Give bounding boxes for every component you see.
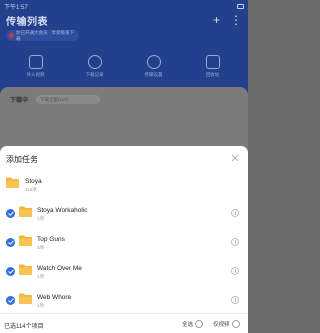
list-item[interactable]: Top Guns 3项	[0, 228, 248, 257]
history-icon	[87, 55, 102, 69]
select-all-radio[interactable]	[195, 320, 204, 328]
folder-icon	[6, 177, 19, 188]
vip-icon	[9, 33, 14, 38]
trash-icon	[205, 55, 220, 69]
download-tabs: 下载中 下载全部(115)	[0, 87, 248, 112]
quick-action-label: 导入视频	[26, 72, 45, 77]
check-icon	[7, 240, 14, 245]
info-icon[interactable]	[231, 296, 239, 304]
file-name: Top Guns	[37, 236, 65, 243]
battery-icon	[237, 3, 244, 9]
folder-icon	[19, 235, 32, 246]
more-icon[interactable]: ⋮	[230, 13, 242, 27]
close-icon[interactable]	[229, 152, 241, 164]
file-name: Stoya Workaholic	[37, 207, 88, 214]
import-icon	[28, 55, 43, 69]
checkbox-checked[interactable]	[6, 296, 15, 305]
list-item[interactable]: Watch Over Me 1项	[0, 257, 248, 286]
selected-count: 已选114个项目	[4, 324, 44, 330]
info-icon[interactable]	[231, 209, 239, 217]
select-all-label: 全选	[182, 322, 194, 328]
check-icon	[7, 211, 14, 216]
tab-downloading[interactable]: 下载中	[10, 95, 28, 104]
quick-action-history[interactable]: 下载记录	[73, 55, 117, 78]
status-time: 下午1:57	[4, 4, 28, 11]
file-name: Web Whore	[37, 294, 72, 301]
sheet-footer: 已选114个项目 全选 仅视频	[0, 313, 248, 333]
settings-icon	[146, 55, 161, 69]
folder-icon	[19, 264, 32, 275]
quick-action-settings[interactable]: 传输设置	[132, 55, 176, 78]
check-icon	[7, 269, 14, 274]
check-icon	[7, 298, 14, 303]
title-row: 传输列表 + ⋮	[0, 12, 248, 28]
status-bar: 下午1:57	[0, 0, 248, 12]
sheet-header: 添加任务	[0, 146, 248, 170]
videos-only-label: 仅视频	[213, 322, 230, 328]
list-item[interactable]: Stoya Workaholic 1项	[0, 199, 248, 228]
quick-action-label: 下载记录	[85, 72, 104, 77]
checkbox-checked[interactable]	[6, 267, 15, 276]
add-icon[interactable]: +	[213, 13, 220, 27]
file-name: Stoya	[25, 178, 42, 185]
folder-icon	[19, 293, 32, 304]
videos-only-option[interactable]: 仅视频	[213, 320, 240, 328]
folder-icon	[19, 206, 32, 217]
file-name: Watch Over Me	[37, 265, 82, 272]
quick-actions: 导入视频 下载记录 传输设置 回收站	[0, 55, 248, 78]
title-actions: + ⋮	[213, 13, 242, 27]
list-item[interactable]: Stoya 114项	[0, 170, 248, 199]
status-icons	[237, 3, 244, 9]
list-item[interactable]: Web Whore 1项	[0, 286, 248, 315]
quick-action-label: 回收站	[205, 72, 220, 77]
file-count: 3项	[37, 245, 45, 250]
download-all-button[interactable]: 下载全部(115)	[36, 95, 101, 104]
quick-action-label: 传输设置	[144, 72, 163, 77]
add-task-sheet: 添加任务 Stoya 114项 Stoya Workaholic 1项 Top …	[0, 146, 248, 333]
quick-action-import[interactable]: 导入视频	[14, 55, 58, 78]
file-count: 1项	[37, 274, 45, 279]
quick-action-trash[interactable]: 回收站	[191, 55, 235, 78]
file-list: Stoya 114项 Stoya Workaholic 1项 Top Guns …	[0, 170, 248, 315]
checkbox-checked[interactable]	[6, 238, 15, 247]
videos-only-radio[interactable]	[231, 320, 240, 328]
file-count: 1项	[37, 303, 45, 308]
sheet-title: 添加任务	[6, 155, 38, 164]
checkbox-checked[interactable]	[6, 209, 15, 218]
file-count: 114项	[25, 187, 37, 192]
info-icon[interactable]	[231, 238, 239, 246]
membership-text: 你已开通大会员 · 享受极速下载	[16, 29, 74, 41]
membership-banner[interactable]: 你已开通大会员 · 享受极速下载	[6, 30, 79, 41]
select-all-option[interactable]: 全选	[182, 320, 204, 328]
page-title: 传输列表	[6, 16, 48, 28]
info-icon[interactable]	[231, 267, 239, 275]
file-count: 1项	[37, 216, 45, 221]
